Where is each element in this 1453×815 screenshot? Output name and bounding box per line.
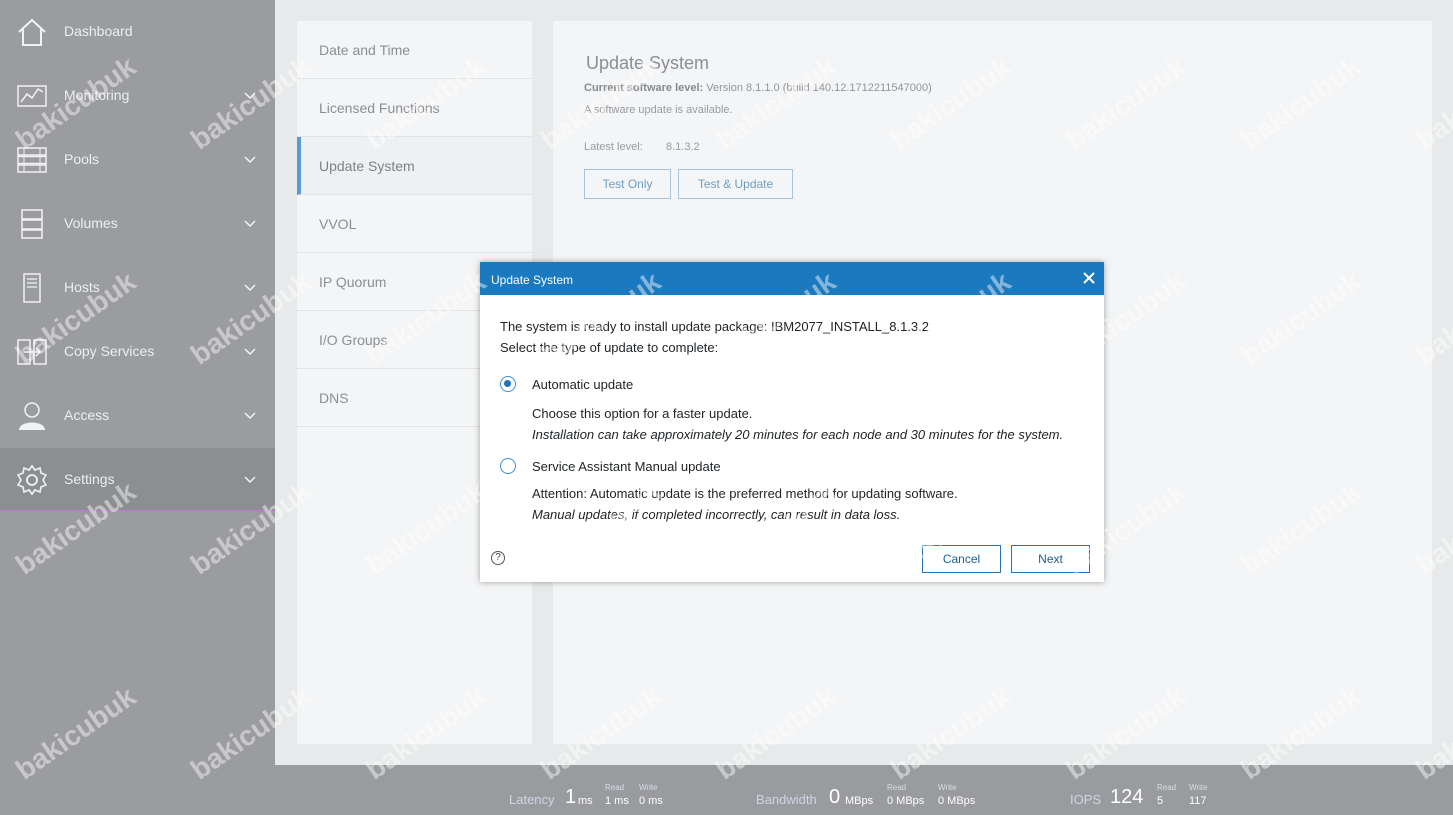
- latency-write-value: 0 ms: [639, 795, 663, 807]
- gear-icon: [16, 464, 48, 496]
- manual-update-label: Service Assistant Manual update: [532, 459, 721, 474]
- chevron-down-icon: [244, 348, 256, 356]
- access-icon: [19, 402, 45, 430]
- latency-label: Latency: [509, 792, 555, 807]
- latency-write-label: Write: [639, 783, 658, 792]
- update-system-dialog: Update System The system is ready to ins…: [480, 262, 1104, 582]
- home-icon: [18, 18, 46, 46]
- test-only-button[interactable]: Test Only: [584, 169, 671, 199]
- dialog-header: Update System: [480, 262, 1104, 295]
- manual-update-note: Manual updates, if completed incorrectly…: [532, 507, 901, 522]
- dialog-package-text: The system is ready to install update pa…: [500, 319, 929, 334]
- bandwidth-read-label: Read: [887, 783, 907, 792]
- chevron-down-icon: [244, 220, 256, 228]
- settings-item-label: Licensed Functions: [319, 100, 440, 116]
- settings-item-date-time[interactable]: Date and Time: [297, 21, 532, 79]
- iops-write-label: Write: [1189, 783, 1208, 792]
- sidebar-item-settings[interactable]: Settings: [0, 448, 275, 512]
- volumes-icon: [21, 209, 43, 239]
- sidebar-item-label: Access: [64, 407, 110, 423]
- settings-item-label: VVOL: [319, 216, 357, 232]
- sidebar-item-label: Volumes: [64, 215, 118, 231]
- bandwidth-value: 0: [829, 786, 841, 808]
- monitoring-icon: [17, 85, 47, 107]
- settings-item-label: I/O Groups: [319, 332, 388, 348]
- sidebar-item-label: Pools: [64, 151, 100, 167]
- sidebar-item-volumes[interactable]: Volumes: [0, 192, 275, 256]
- current-level-value: Version 8.1.1.0 (build 140.12.1712211547…: [706, 82, 932, 94]
- automatic-update-desc: Choose this option for a faster update.: [532, 406, 753, 421]
- iops-label: IOPS: [1070, 792, 1102, 807]
- settings-item-update-system[interactable]: Update System: [297, 137, 532, 195]
- iops-value: 124: [1110, 786, 1144, 808]
- update-available-text: A software update is available.: [584, 104, 733, 116]
- latest-level-label: Latest level:: [584, 141, 643, 153]
- manual-update-desc: Attention: Automatic update is the prefe…: [532, 486, 958, 501]
- settings-item-label: DNS: [319, 390, 349, 406]
- sidebar-item-hosts[interactable]: Hosts: [0, 256, 275, 320]
- sidebar-item-label: Settings: [64, 471, 115, 487]
- manual-update-radio[interactable]: [500, 458, 516, 474]
- cancel-button[interactable]: Cancel: [922, 545, 1001, 573]
- performance-footer: Latency 1 ms Read 1 ms Write 0 ms Bandwi…: [275, 765, 1453, 815]
- chevron-down-icon: [244, 92, 256, 100]
- settings-item-label: Date and Time: [319, 42, 411, 58]
- current-software-level: Current software level: Version 8.1.1.0 …: [584, 82, 932, 94]
- sidebar-item-label: Dashboard: [64, 23, 133, 39]
- sidebar: Dashboard Monitoring Pools Volumes Hosts…: [0, 0, 275, 815]
- hosts-icon: [23, 273, 41, 303]
- automatic-update-radio[interactable]: [500, 376, 516, 392]
- page-title: Update System: [586, 53, 710, 73]
- sidebar-item-monitoring[interactable]: Monitoring: [0, 64, 275, 128]
- chevron-down-icon: [244, 476, 256, 484]
- test-and-update-button[interactable]: Test & Update: [678, 169, 793, 199]
- settings-item-licensed-functions[interactable]: Licensed Functions: [297, 79, 532, 137]
- bandwidth-read-value: 0 MBps: [887, 795, 925, 807]
- iops-write-value: 117: [1189, 795, 1207, 807]
- pools-icon: [17, 147, 47, 173]
- latest-level-value: 8.1.3.2: [666, 141, 700, 153]
- next-button[interactable]: Next: [1011, 545, 1090, 573]
- dialog-instruction-text: Select the type of update to complete:: [500, 340, 719, 355]
- settings-item-label: IP Quorum: [319, 274, 387, 290]
- bandwidth-unit: MBps: [845, 795, 874, 807]
- latency-read-label: Read: [605, 783, 625, 792]
- iops-read-label: Read: [1157, 783, 1177, 792]
- automatic-update-label: Automatic update: [532, 377, 634, 392]
- latency-unit: ms: [578, 795, 593, 807]
- close-icon[interactable]: [1081, 270, 1097, 286]
- chevron-down-icon: [244, 412, 256, 420]
- latency-read-value: 1 ms: [605, 795, 629, 807]
- current-level-label: Current software level:: [584, 82, 704, 94]
- sidebar-item-label: Monitoring: [64, 87, 130, 103]
- dialog-title: Update System: [491, 273, 574, 287]
- latency-value: 1: [565, 786, 577, 808]
- bandwidth-write-label: Write: [938, 783, 957, 792]
- automatic-update-note: Installation can take approximately 20 m…: [532, 427, 1064, 442]
- settings-item-label: Update System: [319, 158, 415, 174]
- bandwidth-label: Bandwidth: [756, 792, 817, 807]
- bandwidth-write-value: 0 MBps: [938, 795, 976, 807]
- chevron-down-icon: [244, 284, 256, 292]
- sidebar-item-dashboard[interactable]: Dashboard: [0, 0, 275, 64]
- iops-read-value: 5: [1157, 795, 1164, 807]
- sidebar-item-label: Hosts: [64, 279, 100, 295]
- settings-item-vvol[interactable]: VVOL: [297, 195, 532, 253]
- copy-services-icon: [17, 339, 47, 365]
- chevron-down-icon: [244, 156, 256, 164]
- sidebar-item-pools[interactable]: Pools: [0, 128, 275, 192]
- help-icon[interactable]: ?: [491, 551, 505, 565]
- sidebar-item-copy-services[interactable]: Copy Services: [0, 320, 275, 384]
- sidebar-item-access[interactable]: Access: [0, 384, 275, 448]
- sidebar-item-label: Copy Services: [64, 343, 155, 359]
